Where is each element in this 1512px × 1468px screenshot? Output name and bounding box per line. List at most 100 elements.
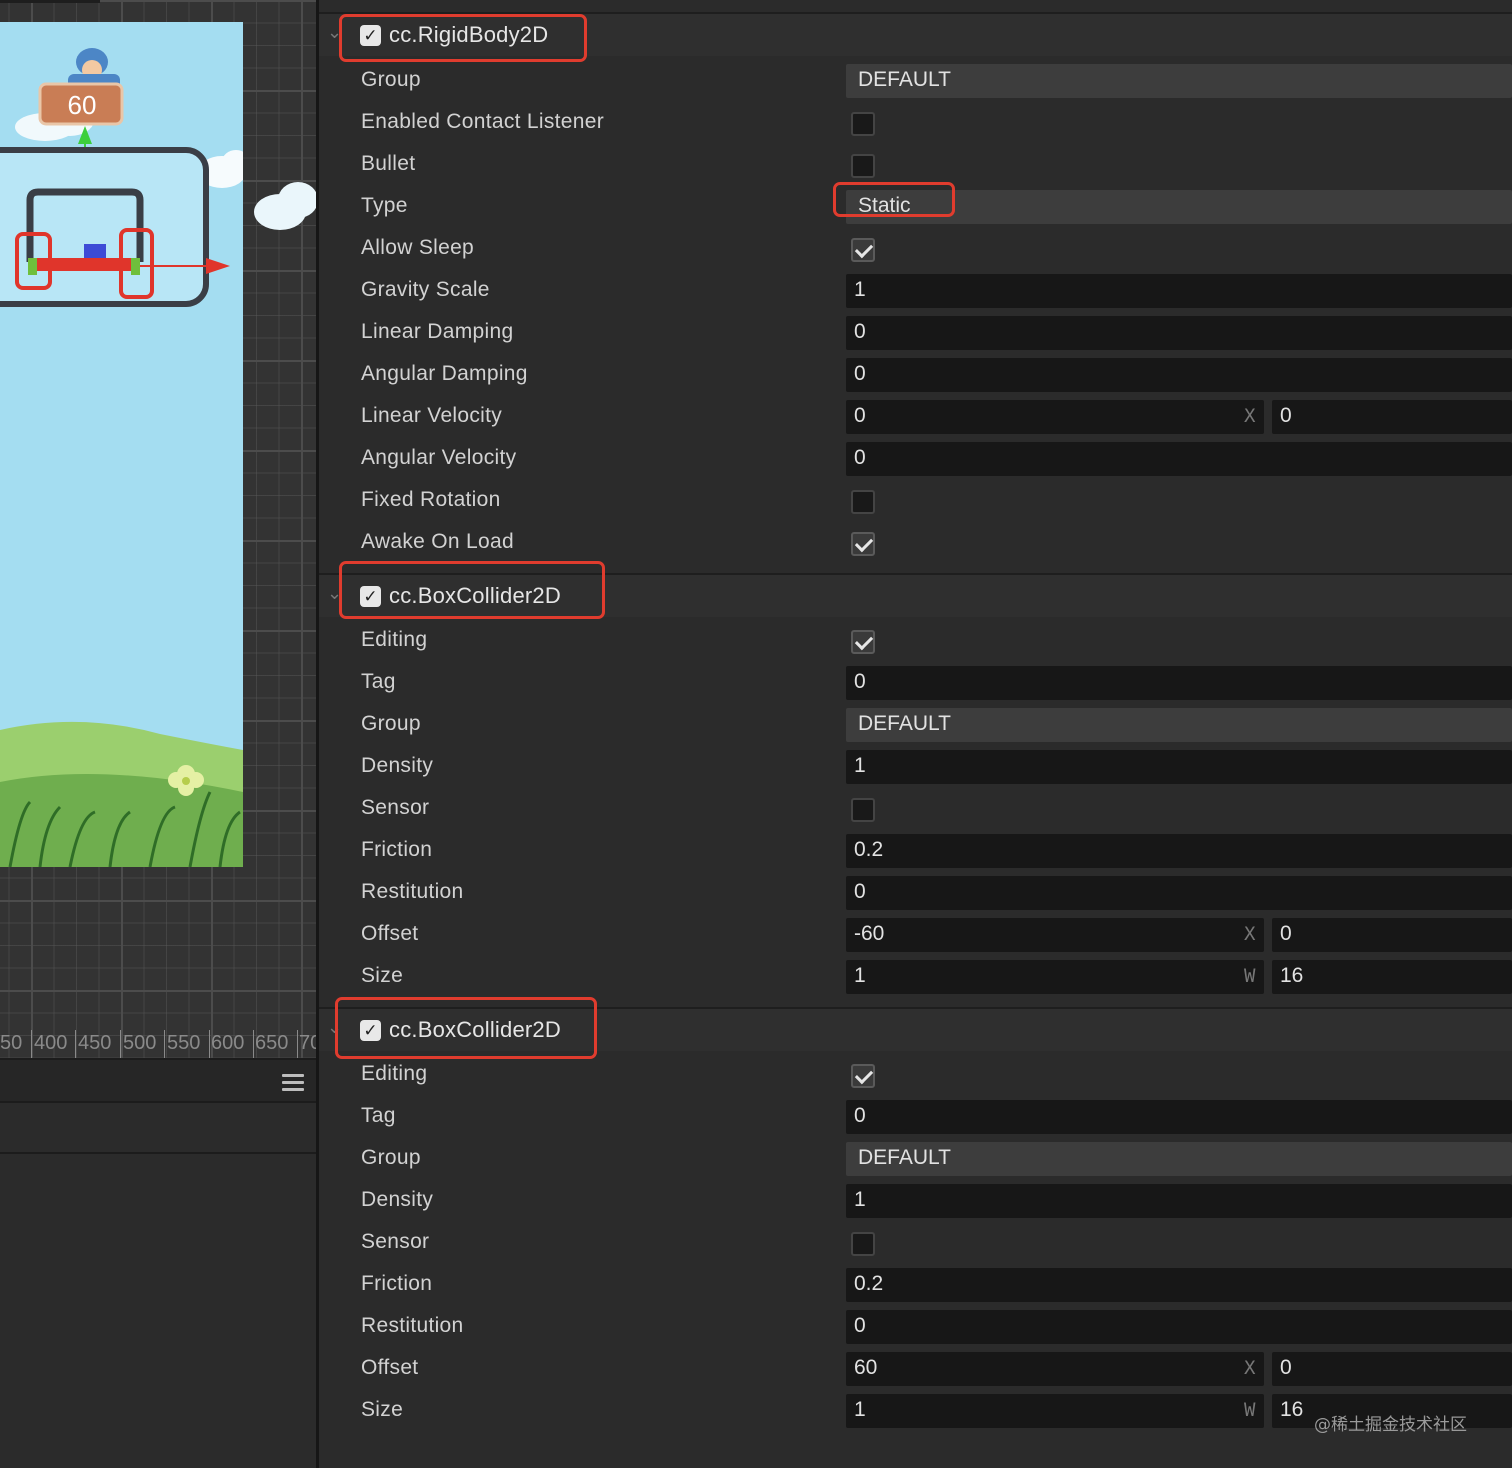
prop-label: Type [361,194,408,217]
group-select[interactable]: DEFAULT [846,1142,1512,1176]
prop-row-group: Group DEFAULT [319,704,1512,746]
ruler-label: 450 [78,1032,112,1054]
boxcollider2d-enabled-checkbox[interactable]: ✓ [360,1020,381,1041]
awake-on-load-checkbox[interactable] [851,532,875,556]
restitution-input[interactable]: 0 [846,1310,1512,1344]
prop-label: Editing [361,628,428,651]
prop-row-density: Density 1 [319,1180,1512,1222]
prop-row-group: Group DEFAULT [319,1138,1512,1180]
panel-divider [0,1152,316,1154]
gravity-scale-input[interactable]: 1 [846,274,1512,308]
game-canvas[interactable]: 60 [0,22,243,867]
prop-label: Tag [361,670,396,693]
sensor-checkbox[interactable] [851,798,875,822]
prop-row-sensor: Sensor [319,1222,1512,1264]
horizontal-ruler: 50 400 450 500 550 600 650 70 [0,1030,316,1058]
game-scene-illustration: 60 [0,48,243,867]
allow-sleep-checkbox[interactable] [851,238,875,262]
linear-velocity-y-input[interactable]: 0 [1272,400,1512,434]
friction-input[interactable]: 0.2 [846,1268,1512,1302]
score-label: 60 [68,90,97,120]
x-axis-arrow-icon [206,258,230,274]
prop-label: Angular Velocity [361,446,517,469]
boxcollider2d-header[interactable]: ⌄ ✓ cc.BoxCollider2D [319,561,1512,619]
rigidbody2d-enabled-checkbox[interactable]: ✓ [360,25,381,46]
enabled-contact-listener-checkbox[interactable] [851,112,875,136]
linear-velocity-x-input[interactable]: 0 [846,400,1264,434]
offset-y-input[interactable]: 0 [1272,918,1512,952]
component-title: cc.BoxCollider2D [389,583,561,608]
axis-label: W [1244,1399,1256,1421]
sensor-checkbox[interactable] [851,1232,875,1256]
ruler-label: 650 [255,1032,289,1054]
watermark-text: @稀土掘金技术社区 [1314,1415,1467,1435]
size-height-input[interactable]: 16 [1272,960,1512,994]
prop-label: Editing [361,1062,428,1085]
size-width-input[interactable]: 1 [846,960,1264,994]
angular-damping-input[interactable]: 0 [846,358,1512,392]
prop-label: Friction [361,838,433,861]
prop-label: Sensor [361,796,430,819]
prop-row-tag: Tag 0 [319,662,1512,704]
linear-damping-input[interactable]: 0 [846,316,1512,350]
prop-label: Fixed Rotation [361,488,501,511]
prop-row-fixed-rotation: Fixed Rotation [319,480,1512,522]
prop-label: Tag [361,1104,396,1127]
prop-row-friction: Friction 0.2 [319,830,1512,872]
score-sign: 60 [38,82,124,126]
density-input[interactable]: 1 [846,750,1512,784]
prop-row-restitution: Restitution 0 [319,872,1512,914]
prop-label: Bullet [361,152,416,175]
prop-row-bullet: Bullet [319,144,1512,186]
prop-row-group: Group DEFAULT [319,60,1512,102]
prop-row-angular-velocity: Angular Velocity 0 [319,438,1512,480]
prop-label: Angular Damping [361,362,528,385]
scene-top-bar [0,0,100,3]
rigidbody2d-header[interactable]: ⌄ ✓ cc.RigidBody2D [319,12,1512,62]
density-input[interactable]: 1 [846,1184,1512,1218]
prop-row-type: Type Static [319,182,1512,228]
prop-row-awake-on-load: Awake On Load [319,522,1512,564]
ruler-label: 50 [0,1032,23,1054]
prop-label: Linear Damping [361,320,514,343]
component-title: cc.BoxCollider2D [389,1017,561,1042]
tag-input[interactable]: 0 [846,1100,1512,1134]
prop-label: Awake On Load [361,530,514,553]
offset-x-input[interactable]: -60 [846,918,1264,952]
prop-label: Density [361,754,434,777]
tag-input[interactable]: 0 [846,666,1512,700]
friction-input[interactable]: 0.2 [846,834,1512,868]
prop-row-angular-damping: Angular Damping 0 [319,354,1512,396]
prop-row-density: Density 1 [319,746,1512,788]
prop-label: Group [361,1146,421,1169]
fixed-rotation-checkbox[interactable] [851,490,875,514]
prop-label: Allow Sleep [361,236,475,259]
size-width-input[interactable]: 1 [846,1394,1264,1428]
angular-velocity-input[interactable]: 0 [846,442,1512,476]
group-select[interactable]: DEFAULT [846,64,1512,98]
editing-checkbox[interactable] [851,630,875,654]
prop-row-enabled-contact-listener: Enabled Contact Listener [319,102,1512,144]
offset-y-input[interactable]: 0 [1272,1352,1512,1386]
bullet-checkbox[interactable] [851,154,875,178]
scene-view[interactable]: 60 50 400 450 500 550 600 650 70 [0,0,316,1058]
offset-x-input[interactable]: 60 [846,1352,1264,1386]
prop-label: Size [361,1398,404,1421]
axis-label: W [1244,965,1256,987]
prop-row-restitution: Restitution 0 [319,1306,1512,1348]
group-select[interactable]: DEFAULT [846,708,1512,742]
scene-toolbar [0,1058,316,1103]
hamburger-menu-icon[interactable] [282,1074,304,1092]
restitution-input[interactable]: 0 [846,876,1512,910]
prop-label: Linear Velocity [361,404,503,427]
boxcollider2d-enabled-checkbox[interactable]: ✓ [360,586,381,607]
highlight-box [833,182,955,217]
cloud-outside-icon [254,182,316,230]
prop-label: Sensor [361,1230,430,1253]
editing-checkbox[interactable] [851,1064,875,1088]
boxcollider2d-header[interactable]: ⌄ ✓ cc.BoxCollider2D [319,997,1512,1059]
inspector-panel: ⌄ ✓ cc.RigidBody2D Group DEFAULT Enabled… [319,0,1512,1468]
ruler-label: 70 [299,1032,316,1054]
prop-label: Offset [361,1356,419,1379]
prop-label: Restitution [361,1314,464,1337]
